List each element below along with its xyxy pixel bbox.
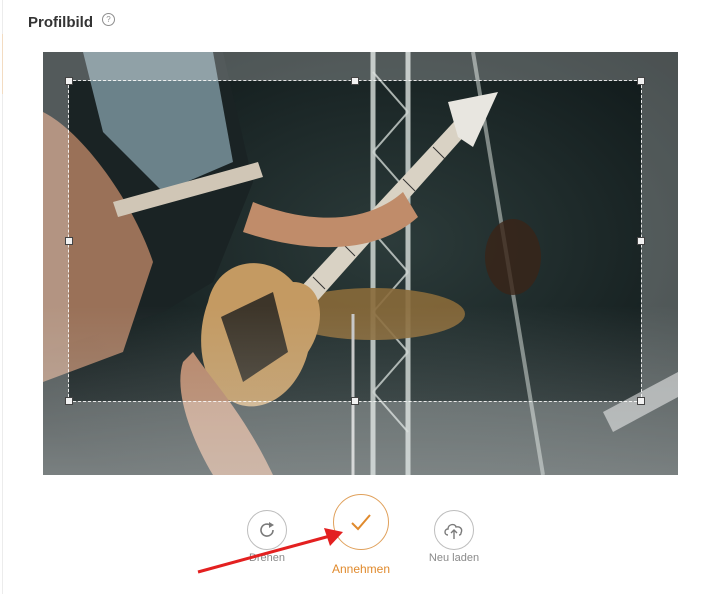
rotate-label: Drehen (248, 552, 286, 564)
rotate-button[interactable]: Drehen (236, 510, 298, 564)
accept-button[interactable]: Annehmen (326, 494, 396, 576)
crop-handle-s[interactable] (351, 397, 359, 405)
crop-selection[interactable] (65, 77, 645, 405)
crop-handle-n[interactable] (351, 77, 359, 85)
checkmark-icon (333, 494, 389, 550)
crop-handle-e[interactable] (637, 237, 645, 245)
cloud-upload-icon (434, 510, 474, 550)
reload-label: Neu laden (428, 552, 480, 564)
crop-handle-nw[interactable] (65, 77, 73, 85)
cropper-controls: Drehen Annehmen Neu laden (0, 490, 714, 590)
left-accent-line (2, 34, 3, 94)
crop-mask-right (641, 81, 678, 401)
reload-button[interactable]: Neu laden (422, 510, 486, 564)
question-circle-icon[interactable]: ? (102, 13, 115, 26)
crop-handle-se[interactable] (637, 397, 645, 405)
rotate-icon (247, 510, 287, 550)
crop-mask-top (43, 52, 678, 81)
crop-handle-sw[interactable] (65, 397, 73, 405)
crop-handle-w[interactable] (65, 237, 73, 245)
accept-label: Annehmen (331, 562, 391, 576)
crop-handle-ne[interactable] (637, 77, 645, 85)
image-cropper[interactable] (43, 52, 678, 475)
section-title: Profilbild (28, 14, 93, 31)
crop-mask-bottom (43, 401, 678, 475)
profile-picture-header: Profilbild ? (28, 13, 115, 31)
